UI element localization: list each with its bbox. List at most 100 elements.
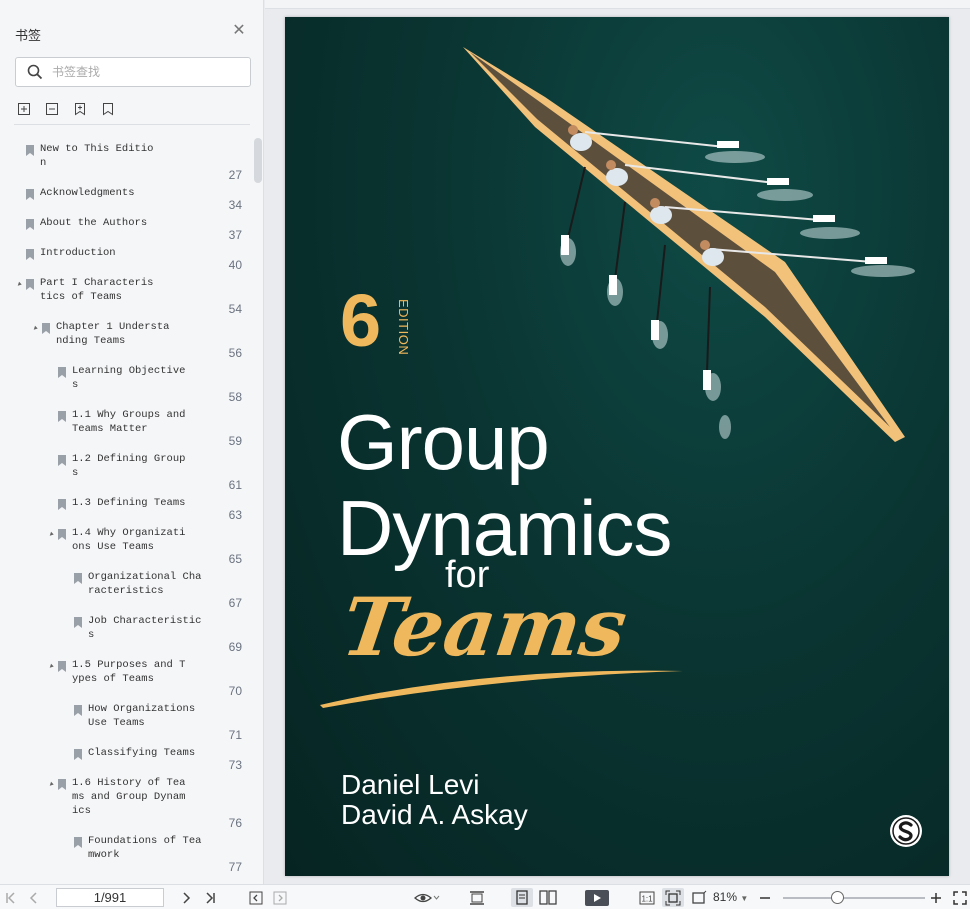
zoom-out-icon[interactable] <box>758 888 772 907</box>
bookmark-page-number: 58 <box>228 390 242 404</box>
bookmark-item[interactable]: ▲ 1.4 Why Organizations Use Teams 65 <box>0 526 250 566</box>
bookmark-flag-icon <box>58 499 66 510</box>
edition-label: EDITION <box>396 299 411 356</box>
play-slideshow-icon[interactable] <box>585 888 609 907</box>
bookmark-label: About the Authors <box>40 217 148 229</box>
bookmark-page-number: 27 <box>228 168 242 182</box>
expand-arrow-icon[interactable]: ▲ <box>46 662 56 672</box>
expand-arrow-icon[interactable]: ▲ <box>46 530 56 540</box>
bookmark-item[interactable]: 1.3 Defining Teams 63 <box>0 496 250 522</box>
bookmark-label: How Organizations Use Teams <box>88 703 202 729</box>
bookmark-page-number: 69 <box>228 640 242 654</box>
bookmark-icon[interactable] <box>99 99 117 119</box>
bookmark-page-number: 56 <box>228 346 242 360</box>
bookmark-label: Classifying Teams <box>88 747 196 759</box>
search-icon <box>27 64 43 80</box>
bookmark-item[interactable]: Acknowledgments 34 <box>0 186 250 212</box>
fit-page-icon[interactable] <box>662 888 684 907</box>
zoom-level-value: 81% <box>713 890 738 904</box>
svg-text:1:1: 1:1 <box>641 894 653 903</box>
bookmark-flag-icon <box>58 367 66 378</box>
bookmark-flag-icon <box>58 455 66 466</box>
bookmark-item[interactable]: ▲ Part I Characteristics of Teams 54 <box>0 276 250 316</box>
zoom-level-label[interactable]: 81% ▼ <box>713 890 748 904</box>
actual-size-icon[interactable]: 1:1 <box>637 888 657 907</box>
expand-all-icon[interactable] <box>15 99 33 119</box>
zoom-in-icon[interactable] <box>929 888 943 907</box>
document-viewer[interactable]: 6 EDITION Group Dynamics for Teams Danie… <box>265 0 970 884</box>
bookmark-item[interactable]: ▲ 1.6 History of Teams and Group Dynamics… <box>0 776 250 830</box>
bookmark-label: Learning Objectives <box>72 365 186 391</box>
bookmark-page-number: 70 <box>228 684 242 698</box>
bookmark-item[interactable]: ▲ 1.5 Purposes and Types of Teams 70 <box>0 658 250 698</box>
bookmark-label: Organizational Characteristics <box>88 571 202 597</box>
bookmark-scrollbar[interactable] <box>254 138 262 183</box>
sage-logo <box>890 815 922 847</box>
zoom-slider-track[interactable] <box>783 897 925 899</box>
bookmark-item[interactable]: New to This Edition 27 <box>0 142 250 182</box>
two-page-icon[interactable] <box>537 888 559 907</box>
bookmark-label: Acknowledgments <box>40 187 135 199</box>
bookmark-page-number: 77 <box>228 860 242 874</box>
book-cover-page: 6 EDITION Group Dynamics for Teams Danie… <box>285 17 949 876</box>
bookmark-label: Introduction <box>40 247 116 259</box>
bookmark-item[interactable]: Job Characteristics 69 <box>0 614 250 654</box>
bookmark-search-box[interactable] <box>15 57 251 87</box>
next-page-icon[interactable] <box>178 888 194 907</box>
bookmark-item[interactable]: ▲ Chapter 1 Understanding Teams 56 <box>0 320 250 360</box>
bookmark-item[interactable]: How Organizations Use Teams 71 <box>0 702 250 742</box>
bookmark-item[interactable]: Classifying Teams 73 <box>0 746 250 772</box>
previous-page-icon[interactable] <box>26 888 42 907</box>
expand-arrow-icon[interactable]: ▲ <box>14 280 24 290</box>
bookmark-item[interactable]: 1.2 Defining Groups 61 <box>0 452 250 492</box>
close-icon[interactable]: ✕ <box>230 22 248 40</box>
bookmark-flag-icon <box>74 573 82 584</box>
bookmark-page-number: 37 <box>228 228 242 242</box>
first-page-icon[interactable] <box>3 888 19 907</box>
chevron-down-icon: ▼ <box>740 894 749 903</box>
bookmark-page-number: 73 <box>228 758 242 772</box>
rotate-page-icon[interactable] <box>690 888 708 907</box>
bookmark-item[interactable]: Organizational Characteristics 67 <box>0 570 250 610</box>
previous-page-edge <box>265 0 970 9</box>
bookmark-label: Job Characteristics <box>88 615 202 641</box>
author-name-2: David A. Askay <box>341 799 528 830</box>
bookmark-flag-icon <box>74 749 82 760</box>
bookmark-item[interactable]: About the Authors 37 <box>0 216 250 242</box>
next-view-icon[interactable] <box>272 888 288 907</box>
bookmark-flag-icon <box>58 661 66 672</box>
edition-number: 6 <box>340 279 382 362</box>
bookmark-flag-icon <box>26 145 34 156</box>
bookmark-flag-icon <box>26 189 34 200</box>
add-bookmark-icon[interactable] <box>71 99 89 119</box>
bookmark-item[interactable]: Introduction 40 <box>0 246 250 272</box>
fit-width-icon[interactable] <box>467 888 487 907</box>
bookmark-label: 1.5 Purposes and Types of Teams <box>72 659 186 685</box>
bookmark-flag-icon <box>74 837 82 848</box>
eye-view-mode-icon[interactable] <box>412 888 442 907</box>
zoom-slider-handle[interactable] <box>830 891 844 904</box>
bookmark-list[interactable]: New to This Edition 27 Acknowledgments 34 Ab… <box>0 130 254 884</box>
bookmark-item[interactable]: 1.1 Why Groups and Teams Matter 59 <box>0 408 250 448</box>
bookmark-flag-icon <box>58 779 66 790</box>
bookmark-flag-icon <box>26 219 34 230</box>
bookmark-search-input[interactable] <box>52 63 242 81</box>
expand-arrow-icon[interactable]: ▲ <box>30 324 40 334</box>
bookmark-flag-icon <box>74 617 82 628</box>
single-page-icon[interactable] <box>511 888 533 907</box>
expand-arrow-icon[interactable]: ▲ <box>46 780 56 790</box>
bookmark-page-number: 61 <box>228 478 242 492</box>
last-page-icon[interactable] <box>202 888 218 907</box>
bookmark-panel: 书签 ✕ New to This Edition 27 Acknowledgment… <box>0 0 264 884</box>
cover-title-teams: Teams <box>336 580 633 674</box>
bookmark-flag-icon <box>26 249 34 260</box>
bookmark-item[interactable]: Foundations of Teamwork 77 <box>0 834 250 874</box>
bookmark-label: Part I Characteristics of Teams <box>40 277 154 303</box>
fullscreen-icon[interactable] <box>952 888 968 907</box>
cover-title-line1: Group <box>337 398 550 486</box>
previous-view-icon[interactable] <box>248 888 264 907</box>
bookmark-item[interactable]: Learning Objectives 58 <box>0 364 250 404</box>
bookmark-page-number: 54 <box>228 302 242 316</box>
collapse-all-icon[interactable] <box>43 99 61 119</box>
page-number-input[interactable] <box>56 888 164 907</box>
